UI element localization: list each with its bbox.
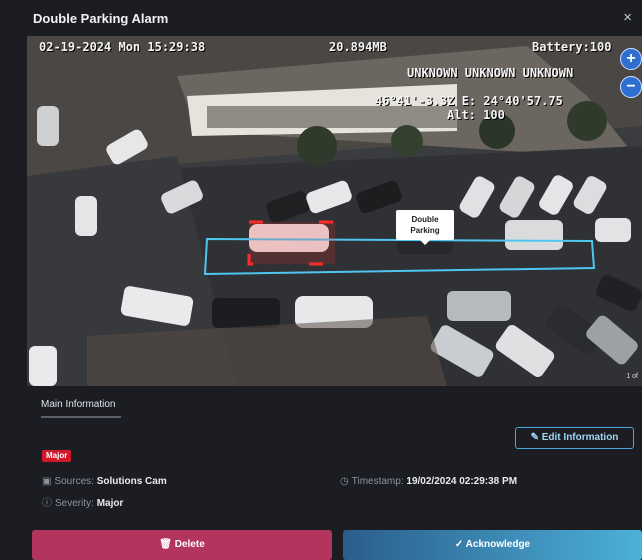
osd-battery: Battery:100 (532, 40, 612, 54)
detection-callout: Double Parking (396, 210, 454, 245)
severity-badge: Major (42, 450, 72, 462)
tab-underline (41, 416, 121, 418)
pencil-icon: ✎ (530, 432, 542, 443)
sources-row: ▣ Sources: Solutions Cam (42, 476, 167, 487)
edit-label: Edit Information (541, 432, 619, 443)
trash-icon: 🗑 (159, 539, 175, 550)
info-icon: ⓘ (42, 498, 52, 509)
sources-value: Solutions Cam (96, 476, 167, 487)
sources-label: Sources: (54, 476, 94, 487)
osd-coords: 46°41'-3.3Z E: 24°40'57.75 (375, 94, 563, 108)
zoom-in-icon[interactable]: + (620, 48, 642, 70)
osd-datetime: 02-19-2024 Mon 15:29:38 (39, 40, 206, 54)
osd-size: 20.894MB (329, 40, 387, 54)
acknowledge-button[interactable]: ✓ Acknowledge (343, 530, 642, 560)
zoom-out-icon[interactable]: − (620, 76, 642, 98)
timestamp-label: Timestamp: (351, 476, 404, 487)
delete-button[interactable]: 🗑 Delete (32, 530, 332, 560)
osd-altitude: Alt: 100 (447, 108, 505, 122)
delete-label: Delete (174, 539, 205, 550)
acknowledge-label: Acknowledge (465, 539, 531, 550)
clock-icon: ◷ (340, 476, 349, 487)
close-icon[interactable]: × (623, 9, 632, 26)
edit-information-button[interactable]: ✎ Edit Information (515, 427, 634, 449)
osd-status: UNKNOWN UNKNOWN UNKNOWN (407, 66, 574, 80)
aerial-scene (27, 36, 642, 386)
timestamp-row: ◷ Timestamp: 19/02/2024 02:29:38 PM (340, 476, 517, 487)
timestamp-value: 19/02/2024 02:29:38 PM (406, 476, 518, 487)
severity-value: Major (96, 498, 124, 509)
severity-label: Severity: (55, 498, 94, 509)
tab-main-information[interactable]: Main Information (41, 399, 115, 410)
camera-feed[interactable]: 02-19-2024 Mon 15:29:38 20.894MB Battery… (27, 36, 642, 386)
check-icon: ✓ (454, 539, 466, 550)
dialog-title: Double Parking Alarm (33, 11, 169, 26)
camera-icon: ▣ (42, 476, 52, 487)
dialog-titlebar: Double Parking Alarm × (0, 0, 642, 36)
severity-row: ⓘ Severity: Major (42, 494, 123, 509)
page-indicator: 1 of (626, 373, 638, 380)
